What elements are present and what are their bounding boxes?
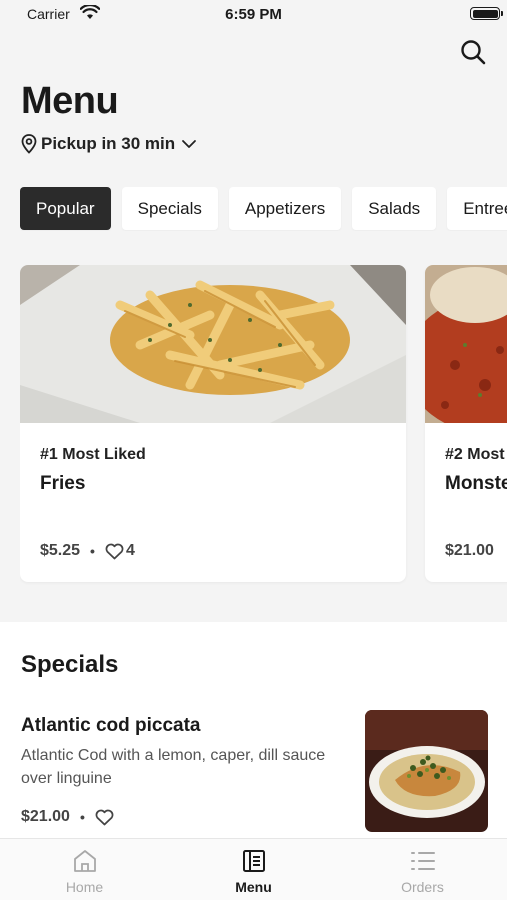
monster-photo [425,265,507,423]
bottom-tab-bar: Home Menu Orders [0,838,507,900]
popular-card-fries[interactable]: #1 Most Liked Fries $5.25 • 4 [20,265,406,582]
cod-piccata-photo [365,710,488,832]
tabbar-home[interactable]: Home [0,839,169,900]
card-meta: $5.25 • 4 [40,542,135,560]
fries-photo [20,265,406,423]
heart-icon[interactable] [95,809,114,826]
tabbar-label: Orders [401,879,444,895]
status-bar: Carrier 6:59 PM [0,0,507,30]
pickup-label: Pickup in 30 min [41,134,176,153]
tab-appetizers[interactable]: Appetizers [228,187,342,230]
like-button[interactable]: 4 [105,542,135,560]
card-name: Monster [445,473,507,494]
tab-salads[interactable]: Salads [352,187,437,230]
tabbar-label: Home [65,879,104,895]
list-icon [410,852,435,870]
tab-popular[interactable]: Popular [20,187,111,230]
menu-book-icon [242,850,265,872]
page-title: Menu [21,80,119,122]
like-count: 4 [125,542,135,559]
battery-icon [470,7,503,20]
special-price: $21.00 [21,808,70,825]
category-tabs: Popular Specials Appetizers Salads Entre… [20,187,507,231]
search-button[interactable] [457,36,489,68]
card-rank: #2 Most Liked [445,446,507,463]
status-time: 6:59 PM [225,6,282,23]
search-icon [461,40,486,65]
card-name: Fries [40,473,86,494]
tab-entrees[interactable]: Entrees [447,187,507,230]
location-pin-icon [21,134,37,154]
chevron-down-icon [182,140,197,148]
card-meta: $21.00 [445,542,494,560]
popular-carousel: #1 Most Liked Fries $5.25 • 4 #2 Most Li… [20,265,507,585]
card-price: $21.00 [445,542,494,559]
special-meta: $21.00 • [21,808,114,826]
pickup-time-selector[interactable]: Pickup in 30 min [21,134,197,154]
card-price: $5.25 [40,542,81,559]
popular-card-monster[interactable]: #2 Most Liked Monster $21.00 [425,265,507,582]
specials-section: Specials Atlantic cod piccata Atlantic C… [0,622,507,838]
special-description: Atlantic Cod with a lemon, caper, dill s… [21,747,326,787]
tabbar-orders[interactable]: Orders [338,839,507,900]
card-rank: #1 Most Liked [40,446,146,463]
tabbar-menu[interactable]: Menu [169,839,338,900]
separator-dot: • [79,809,85,825]
section-title: Specials [21,651,119,678]
special-name: Atlantic cod piccata [21,715,201,736]
home-icon [73,850,96,872]
tabbar-label: Menu [235,879,272,895]
tab-specials[interactable]: Specials [121,187,218,230]
separator-dot: • [90,543,95,559]
heart-icon [105,543,124,559]
